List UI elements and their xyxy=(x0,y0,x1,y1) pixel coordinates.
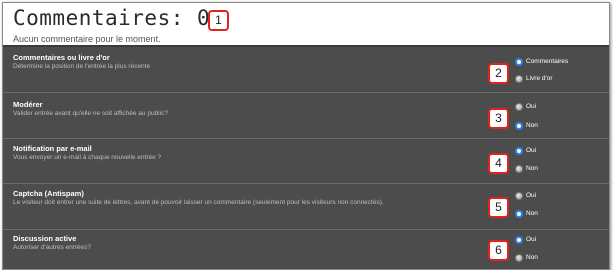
radio-label-oui: Oui xyxy=(526,192,537,199)
radio-moderate-non[interactable] xyxy=(515,122,523,130)
radio-label-livre-dor: Livre d'or xyxy=(526,75,553,82)
callout-2: 2 xyxy=(488,63,509,84)
callout-1: 1 xyxy=(208,10,229,31)
radio-livre-dor[interactable] xyxy=(515,75,523,83)
section-email-notification: Notification par e-mail Vous envoyer un … xyxy=(3,139,609,184)
section-title: Captcha (Antispam) xyxy=(13,189,84,198)
radio-captcha-oui[interactable] xyxy=(515,192,523,200)
section-captcha: Captcha (Antispam) Le visiteur doit entr… xyxy=(3,184,609,230)
comments-title: Commentaires: 0 xyxy=(13,6,211,30)
section-title: Notification par e-mail xyxy=(13,144,92,153)
settings-panel: Commentaires: 0 Aucun commentaire pour l… xyxy=(2,2,610,270)
callout-5: 5 xyxy=(488,197,509,218)
radio-label-non: Non xyxy=(526,210,538,217)
radio-captcha-non[interactable] xyxy=(515,210,523,218)
section-description: Détermine la position de l'entrée la plu… xyxy=(13,63,151,70)
section-title: Modérer xyxy=(13,100,43,109)
section-description: Autoriser d'autres entrées? xyxy=(13,244,91,251)
radio-label-non: Non xyxy=(526,254,538,261)
callout-3: 3 xyxy=(488,108,509,129)
radio-label-oui: Oui xyxy=(526,236,537,243)
radio-label-non: Non xyxy=(526,165,538,172)
radio-commentaires[interactable] xyxy=(515,58,523,66)
radio-label-commentaires: Commentaires xyxy=(526,58,569,65)
radio-email-oui[interactable] xyxy=(515,147,523,155)
radio-discussion-oui[interactable] xyxy=(515,236,523,244)
section-description: Valider entrée avant qu'elle ne soit aff… xyxy=(13,110,168,117)
comments-subtitle: Aucun commentaire pour le moment. xyxy=(13,34,161,44)
section-title: Commentaires ou livre d'or xyxy=(13,53,110,62)
section-active-discussion: Discussion active Autoriser d'autres ent… xyxy=(3,230,609,269)
callout-4: 4 xyxy=(488,153,509,174)
section-title: Discussion active xyxy=(13,234,77,243)
radio-moderate-oui[interactable] xyxy=(515,103,523,111)
radio-label-non: Non xyxy=(526,122,538,129)
radio-label-oui: Oui xyxy=(526,103,537,110)
callout-6: 6 xyxy=(488,240,509,261)
section-description: Le visiteur doit entrer une suite de let… xyxy=(13,199,384,206)
radio-label-oui: Oui xyxy=(526,147,537,154)
radio-discussion-non[interactable] xyxy=(515,254,523,262)
radio-email-non[interactable] xyxy=(515,165,523,173)
section-comments-or-guestbook: Commentaires ou livre d'or Détermine la … xyxy=(3,47,609,93)
comments-header: Commentaires: 0 Aucun commentaire pour l… xyxy=(3,3,609,47)
section-description: Vous envoyer un e-mail à chaque nouvelle… xyxy=(13,154,162,161)
section-moderate: Modérer Valider entrée avant qu'elle ne … xyxy=(3,93,609,139)
